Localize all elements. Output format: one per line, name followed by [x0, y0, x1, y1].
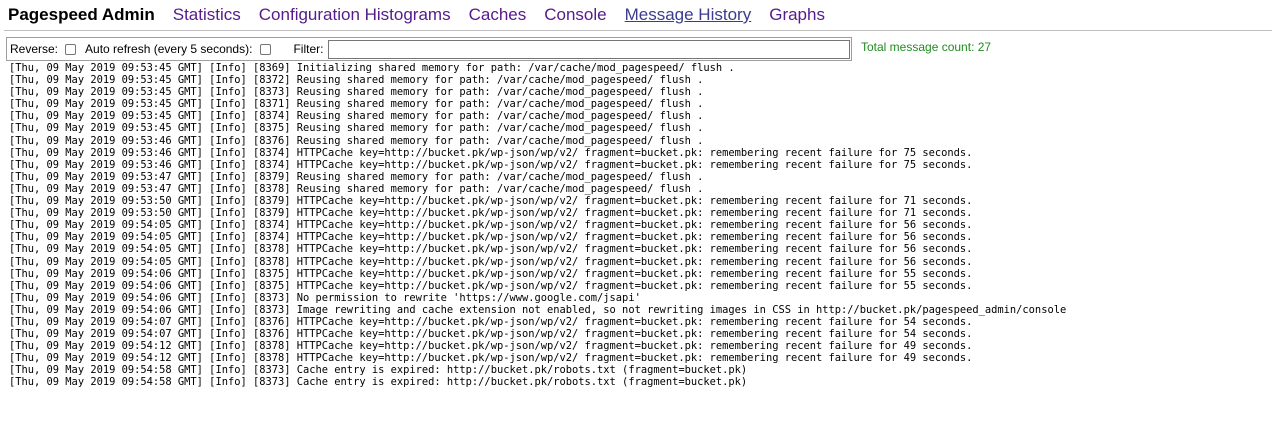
auto-refresh-label: Auto refresh (every 5 seconds): — [85, 42, 253, 56]
log-line: [Thu, 09 May 2019 09:54:12 GMT] [Info] [… — [9, 340, 973, 353]
log-line: [Thu, 09 May 2019 09:53:46 GMT] [Info] [… — [9, 146, 973, 159]
log-line: [Thu, 09 May 2019 09:54:07 GMT] [Info] [… — [9, 328, 973, 341]
log-line: [Thu, 09 May 2019 09:54:06 GMT] [Info] [… — [9, 279, 973, 292]
auto-refresh-checkbox[interactable] — [260, 43, 272, 55]
nav-link-graphs[interactable]: Graphs — [769, 5, 825, 25]
log-line: [Thu, 09 May 2019 09:53:46 GMT] [Info] [… — [9, 134, 704, 147]
message-log: [Thu, 09 May 2019 09:53:45 GMT] [Info] [… — [9, 62, 1066, 389]
log-line: [Thu, 09 May 2019 09:54:58 GMT] [Info] [… — [9, 376, 748, 389]
log-line: [Thu, 09 May 2019 09:54:12 GMT] [Info] [… — [9, 352, 973, 365]
log-line: [Thu, 09 May 2019 09:54:05 GMT] [Info] [… — [9, 231, 973, 244]
log-line: [Thu, 09 May 2019 09:53:50 GMT] [Info] [… — [9, 207, 973, 220]
log-line: [Thu, 09 May 2019 09:54:06 GMT] [Info] [… — [9, 291, 641, 304]
brand-title: Pagespeed Admin — [8, 5, 155, 24]
log-line: [Thu, 09 May 2019 09:54:06 GMT] [Info] [… — [9, 267, 973, 280]
log-line: [Thu, 09 May 2019 09:53:46 GMT] [Info] [… — [9, 158, 973, 171]
reverse-checkbox[interactable] — [65, 43, 77, 55]
filter-input[interactable] — [328, 39, 851, 59]
nav-link-message-history[interactable]: Message History — [625, 5, 752, 25]
log-line: [Thu, 09 May 2019 09:54:05 GMT] [Info] [… — [9, 219, 973, 232]
log-line: [Thu, 09 May 2019 09:54:07 GMT] [Info] [… — [9, 315, 973, 328]
log-line: [Thu, 09 May 2019 09:53:45 GMT] [Info] [… — [9, 122, 704, 135]
nav-link-statistics[interactable]: Statistics — [173, 5, 241, 25]
reverse-label: Reverse: — [10, 42, 59, 56]
nav-link-console[interactable]: Console — [544, 5, 606, 25]
nav-link-caches[interactable]: Caches — [469, 5, 527, 25]
total-message-count: Total message count: 27 — [861, 40, 992, 54]
filter-label: Filter: — [293, 42, 324, 56]
log-line: [Thu, 09 May 2019 09:53:47 GMT] [Info] [… — [9, 182, 704, 195]
log-line: [Thu, 09 May 2019 09:53:45 GMT] [Info] [… — [9, 74, 704, 87]
log-line: [Thu, 09 May 2019 09:53:45 GMT] [Info] [… — [9, 110, 704, 123]
log-line: [Thu, 09 May 2019 09:54:58 GMT] [Info] [… — [9, 364, 748, 377]
log-line: [Thu, 09 May 2019 09:53:47 GMT] [Info] [… — [9, 170, 704, 183]
log-line: [Thu, 09 May 2019 09:53:45 GMT] [Info] [… — [9, 62, 735, 74]
nav-link-configuration-histograms[interactable]: Configuration Histograms — [259, 5, 451, 25]
log-line: [Thu, 09 May 2019 09:54:05 GMT] [Info] [… — [9, 255, 973, 268]
log-line: [Thu, 09 May 2019 09:53:45 GMT] [Info] [… — [9, 86, 704, 99]
log-line: [Thu, 09 May 2019 09:53:45 GMT] [Info] [… — [9, 98, 704, 111]
log-line: [Thu, 09 May 2019 09:53:50 GMT] [Info] [… — [9, 195, 973, 208]
message-controls: Reverse: Auto refresh (every 5 seconds):… — [6, 37, 852, 61]
log-line: [Thu, 09 May 2019 09:54:05 GMT] [Info] [… — [9, 243, 973, 256]
nav-divider — [4, 30, 1272, 31]
top-navigation: Pagespeed Admin Statistics Configuration… — [8, 4, 843, 26]
log-line: [Thu, 09 May 2019 09:54:06 GMT] [Info] [… — [9, 303, 1067, 316]
